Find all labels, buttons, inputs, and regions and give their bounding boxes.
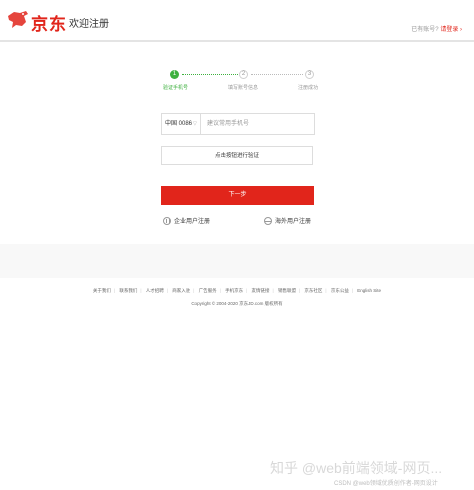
footer-link[interactable]: 商家入驻 xyxy=(172,288,190,293)
country-code-select[interactable]: 中国 0086▽ xyxy=(162,114,201,134)
jd-logo-text[interactable]: 京东 xyxy=(31,10,67,35)
enterprise-register-label: 企业用户注册 xyxy=(174,219,211,225)
step-1-label: 验证手机号 xyxy=(163,85,189,91)
overseas-register-label: 海外用户注册 xyxy=(275,219,312,225)
footer-link[interactable]: 广告服务 xyxy=(199,288,217,293)
footer-link[interactable]: 京东社区 xyxy=(304,288,322,293)
footer-link[interactable]: 友情链接 xyxy=(252,288,270,293)
verify-button[interactable]: 点击按钮进行验证 xyxy=(161,146,313,165)
footer-link[interactable]: 人才招聘 xyxy=(146,288,164,293)
step-connector-2 xyxy=(251,74,303,75)
footer-spacer-band xyxy=(0,244,474,278)
login-hint-text: 已有账号? xyxy=(411,27,439,33)
step-1-icon: 1 xyxy=(170,70,179,79)
footer-link[interactable]: 京东公益 xyxy=(331,288,349,293)
step-2-label: 填写账号信息 xyxy=(228,85,259,91)
enterprise-register-link[interactable]: 企业用户注册 xyxy=(163,216,210,228)
footer-link[interactable]: 手机京东 xyxy=(225,288,243,293)
csdn-watermark: CSDN @web领域优质创作者-网页设计 xyxy=(334,481,438,487)
step-connector-1 xyxy=(182,74,238,75)
page-title: 欢迎注册 xyxy=(69,19,109,30)
login-link[interactable]: 请登录 › xyxy=(440,27,462,33)
next-step-button[interactable]: 下一步 xyxy=(161,186,314,205)
footer-link[interactable]: English Site xyxy=(357,288,381,293)
footer-link[interactable]: 关于我们 xyxy=(93,288,111,293)
login-arrow-icon: › xyxy=(460,27,462,33)
zhihu-watermark: 知乎 @web前端领域-网页... xyxy=(270,460,443,476)
country-code-value: 中国 0086 xyxy=(165,121,193,127)
step-3-icon: 3 xyxy=(305,70,314,79)
step-2-icon: 2 xyxy=(239,70,248,79)
footer-link[interactable]: 销售联盟 xyxy=(278,288,296,293)
globe-icon xyxy=(264,217,272,226)
login-hint: 已有账号? 请登录 › xyxy=(411,24,462,33)
phone-input[interactable] xyxy=(202,114,312,134)
copyright-text: Copyright © 2004-2020 京东JD.com 版权所有 xyxy=(191,301,283,306)
jd-dog-logo-icon[interactable] xyxy=(6,8,32,30)
footer-links: 关于我们 | 联系我们 | 人才招聘 | 商家入驻 | 广告服务 | 手机京东 | 友情链接… xyxy=(92,288,382,293)
footer-link[interactable]: 联系我们 xyxy=(119,288,137,293)
step-3-label: 注册成功 xyxy=(298,85,319,91)
overseas-register-link[interactable]: 海外用户注册 xyxy=(264,216,311,228)
registration-steps: 1 2 3 验证手机号 填写账号信息 注册成功 xyxy=(160,70,318,94)
phone-field-row: 中国 0086▽ xyxy=(161,113,315,135)
enterprise-icon xyxy=(163,217,171,226)
chevron-down-icon: ▽ xyxy=(193,121,197,127)
top-header: 京东 欢迎注册 已有账号? 请登录 › xyxy=(0,0,474,42)
